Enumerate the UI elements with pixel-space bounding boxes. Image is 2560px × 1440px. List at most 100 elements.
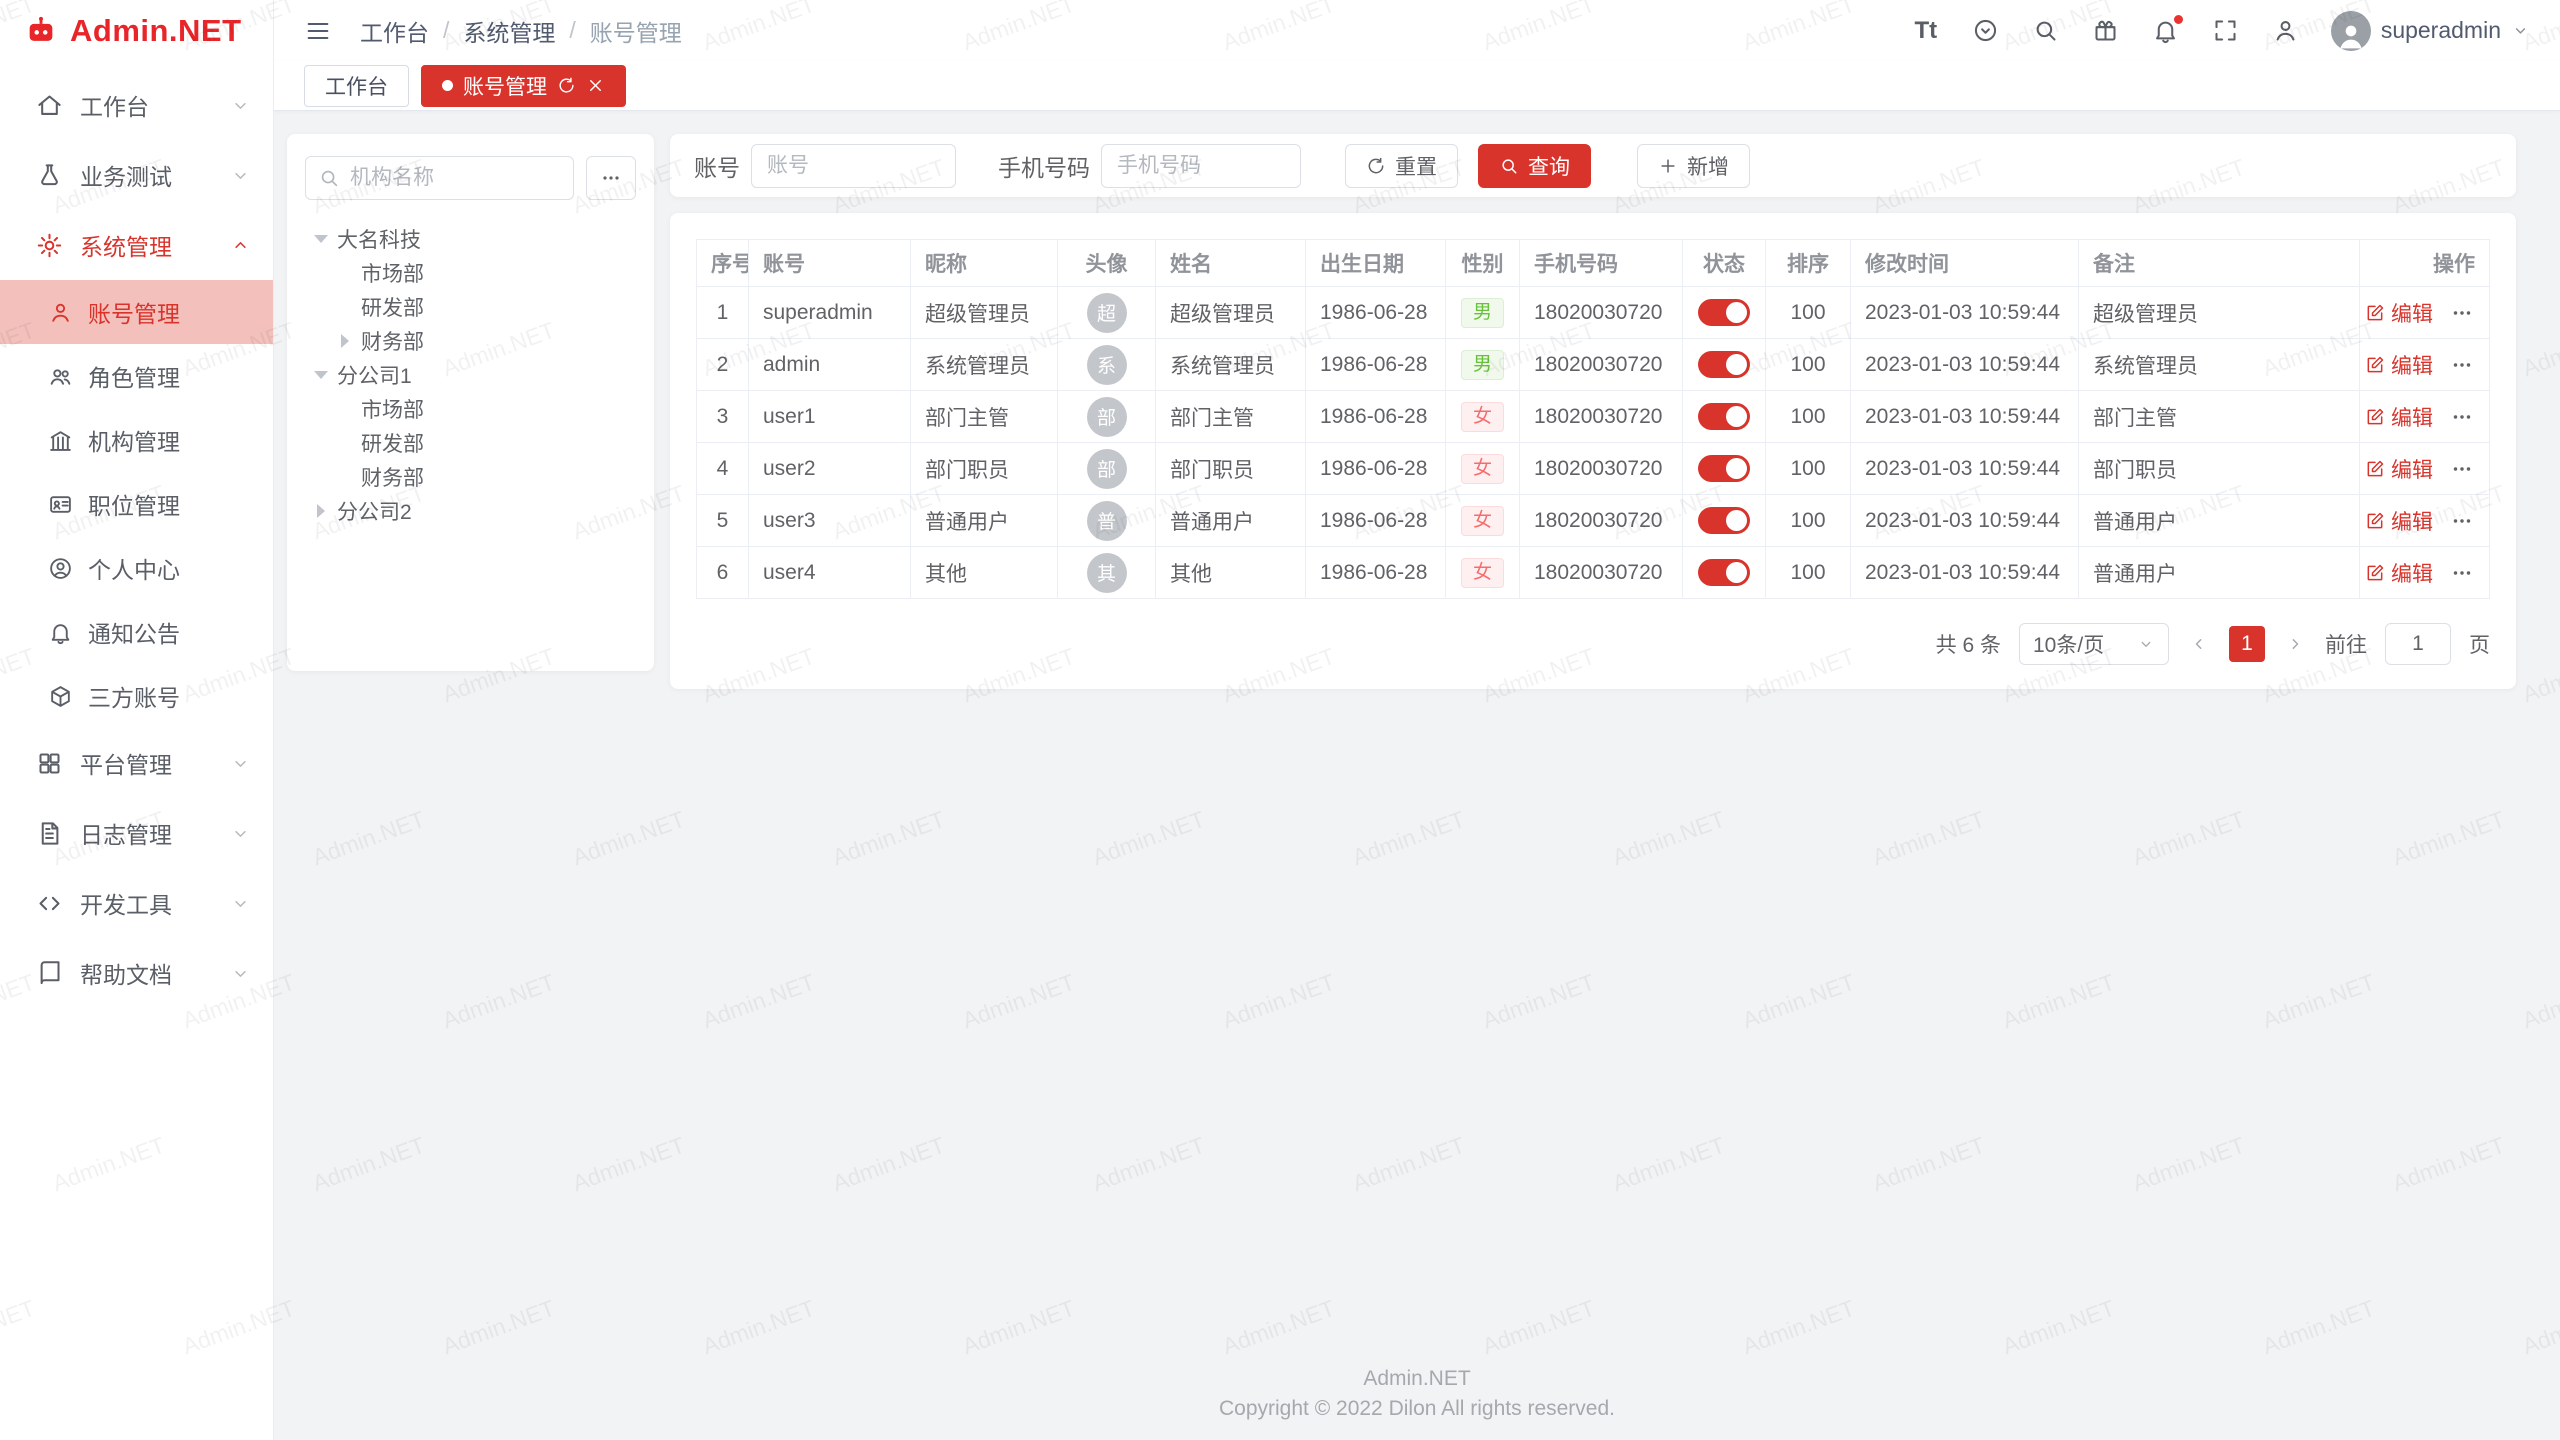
org-more-button[interactable] — [586, 156, 636, 200]
tree-node[interactable]: 研发部 — [305, 426, 636, 460]
tree-node-label: 分公司1 — [337, 360, 412, 390]
breadcrumb-item[interactable]: 工作台 — [360, 14, 429, 48]
home-icon — [36, 92, 63, 119]
search-button[interactable]: 查询 — [1478, 144, 1591, 188]
page-size-select[interactable]: 10条/页 — [2019, 623, 2169, 665]
next-page-button[interactable] — [2283, 626, 2307, 662]
cell-avatar: 普 — [1058, 495, 1156, 547]
goto-page-input[interactable] — [2385, 623, 2451, 665]
refresh-icon[interactable] — [557, 76, 576, 95]
more-actions-button[interactable] — [2449, 404, 2475, 430]
status-toggle[interactable] — [1698, 455, 1750, 482]
more-actions-button[interactable] — [2449, 456, 2475, 482]
sidebar-item-workbench[interactable]: 工作台 — [0, 70, 273, 140]
table-row: 3 user1 部门主管 部 部门主管 1986-06-28 女 1802003… — [697, 391, 2490, 443]
edit-icon — [2365, 355, 2385, 375]
cell-avatar: 系 — [1058, 339, 1156, 391]
notification-icon[interactable] — [2151, 16, 2181, 46]
prev-page-button[interactable] — [2187, 626, 2211, 662]
footer-copyright: Copyright © 2022 Dilon All rights reserv… — [274, 1394, 2560, 1424]
profile-icon[interactable] — [2271, 16, 2301, 46]
sidebar-item-personal-center[interactable]: 个人中心 — [0, 536, 273, 600]
cell-nickname: 普通用户 — [911, 495, 1058, 547]
sidebar-item-org-mgmt[interactable]: 机构管理 — [0, 408, 273, 472]
accounts-table: 序号 账号 昵称 头像 姓名 出生日期 性别 手机号码 状态 排序 修改时间 — [696, 239, 2490, 599]
username: superadmin — [2381, 17, 2501, 44]
tree-node[interactable]: 市场部 — [305, 256, 636, 290]
more-icon — [2449, 560, 2475, 586]
tree-node[interactable]: 市场部 — [305, 392, 636, 426]
caret-down-icon[interactable] — [314, 235, 328, 243]
more-actions-button[interactable] — [2449, 300, 2475, 326]
sidebar-item-third-party-account[interactable]: 三方账号 — [0, 664, 273, 728]
chevron-down-icon — [230, 95, 251, 116]
tree-node[interactable]: 分公司2 — [305, 494, 636, 528]
chevron-up-icon — [230, 235, 251, 256]
reset-button[interactable]: 重置 — [1345, 144, 1458, 188]
cell-name: 部门职员 — [1156, 443, 1306, 495]
sidebar-item-help-docs[interactable]: 帮助文档 — [0, 938, 273, 1008]
status-toggle[interactable] — [1698, 559, 1750, 586]
search-icon[interactable] — [2031, 16, 2061, 46]
table-header-row: 序号 账号 昵称 头像 姓名 出生日期 性别 手机号码 状态 排序 修改时间 — [697, 240, 2490, 287]
sidebar-item-log-mgmt[interactable]: 日志管理 — [0, 798, 273, 868]
user-circle-icon — [48, 556, 73, 581]
theme-icon[interactable] — [2091, 16, 2121, 46]
edit-button[interactable]: 编辑 — [2365, 350, 2433, 380]
more-actions-button[interactable] — [2449, 560, 2475, 586]
logo[interactable]: Admin.NET — [0, 0, 273, 62]
caret-down-icon[interactable] — [314, 371, 328, 379]
sidebar-item-platform-mgmt[interactable]: 平台管理 — [0, 728, 273, 798]
cell-nickname: 部门职员 — [911, 443, 1058, 495]
sidebar-item-label: 机构管理 — [88, 423, 180, 457]
status-toggle[interactable] — [1698, 351, 1750, 378]
tree-node[interactable]: 分公司1 — [305, 358, 636, 392]
gender-badge: 女 — [1461, 506, 1504, 536]
close-icon[interactable] — [586, 76, 605, 95]
cell-nickname: 其他 — [911, 547, 1058, 599]
accounts-table-card: 序号 账号 昵称 头像 姓名 出生日期 性别 手机号码 状态 排序 修改时间 — [670, 213, 2516, 689]
sidebar-item-notice[interactable]: 通知公告 — [0, 600, 273, 664]
font-size-icon[interactable]: Tt — [1911, 16, 1941, 46]
sidebar-item-business-test[interactable]: 业务测试 — [0, 140, 273, 210]
status-toggle[interactable] — [1698, 403, 1750, 430]
phone-input[interactable] — [1101, 144, 1301, 188]
user-menu[interactable]: superadmin — [2331, 11, 2530, 51]
caret-right-icon[interactable] — [317, 504, 325, 518]
col-birth: 出生日期 — [1306, 240, 1446, 287]
org-search-input[interactable] — [305, 156, 574, 200]
col-ops: 操作 — [2360, 240, 2490, 287]
edit-button[interactable]: 编辑 — [2365, 402, 2433, 432]
tab-account-mgmt[interactable]: 账号管理 — [421, 65, 626, 107]
add-button[interactable]: 新增 — [1637, 144, 1750, 188]
more-actions-button[interactable] — [2449, 508, 2475, 534]
sidebar-group-system-mgmt[interactable]: 系统管理 — [0, 210, 273, 280]
tree-node[interactable]: 研发部 — [305, 290, 636, 324]
tree-node-label: 财务部 — [361, 326, 424, 356]
cell-name: 普通用户 — [1156, 495, 1306, 547]
tab-workbench[interactable]: 工作台 — [304, 65, 409, 107]
sidebar-item-position-mgmt[interactable]: 职位管理 — [0, 472, 273, 536]
tree-node[interactable]: 大名科技 — [305, 222, 636, 256]
sidebar-item-account-mgmt[interactable]: 账号管理 — [0, 280, 273, 344]
more-actions-button[interactable] — [2449, 352, 2475, 378]
tree-node[interactable]: 财务部 — [305, 324, 636, 358]
breadcrumb-item[interactable]: 系统管理 — [463, 14, 555, 48]
sidebar-item-dev-tools[interactable]: 开发工具 — [0, 868, 273, 938]
cell-sort: 100 — [1766, 443, 1851, 495]
edit-button[interactable]: 编辑 — [2365, 506, 2433, 536]
edit-button[interactable]: 编辑 — [2365, 558, 2433, 588]
edit-button[interactable]: 编辑 — [2365, 298, 2433, 328]
caret-right-icon[interactable] — [341, 334, 349, 348]
account-input[interactable] — [751, 144, 956, 188]
sidebar-item-role-mgmt[interactable]: 角色管理 — [0, 344, 273, 408]
tree-node[interactable]: 财务部 — [305, 460, 636, 494]
edit-button[interactable]: 编辑 — [2365, 454, 2433, 484]
status-toggle[interactable] — [1698, 299, 1750, 326]
hamburger-menu-icon[interactable] — [304, 16, 334, 46]
page-number-current[interactable]: 1 — [2229, 626, 2265, 662]
fullscreen-icon[interactable] — [2211, 16, 2241, 46]
tree-node-label: 大名科技 — [337, 224, 421, 254]
component-size-icon[interactable] — [1971, 16, 2001, 46]
status-toggle[interactable] — [1698, 507, 1750, 534]
